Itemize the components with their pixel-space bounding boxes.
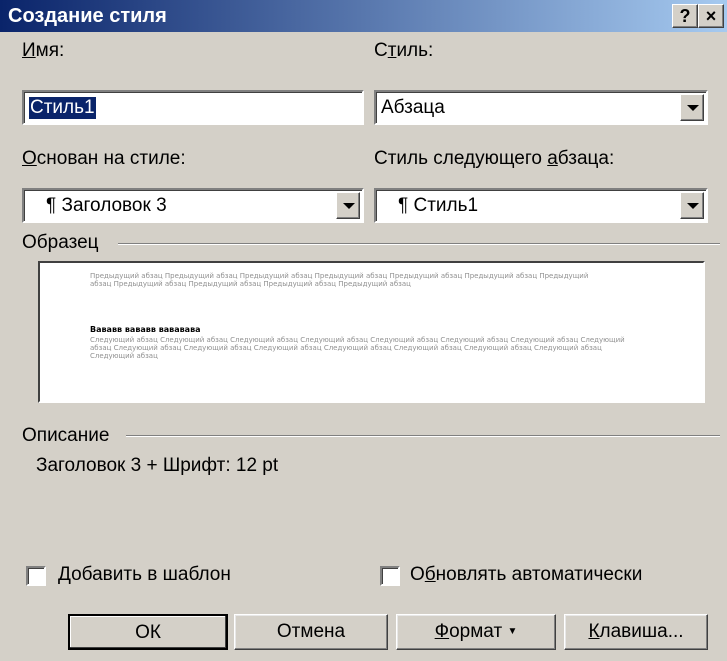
next-style-dropdown-arrow-icon[interactable] <box>680 192 704 219</box>
auto-update-label[interactable]: Обновлять автоматически <box>410 564 642 586</box>
name-label: Имя: <box>22 40 65 61</box>
based-on-label: Основан на стиле: <box>22 148 186 169</box>
sample-preview: Предыдущий абзац Предыдущий абзац Предыд… <box>38 261 705 403</box>
next-style-value: ¶ Стиль1 <box>398 195 479 216</box>
description-label: Описание <box>22 425 110 446</box>
format-dropdown-arrow-icon: ▼ <box>507 626 518 637</box>
description-group-line <box>126 435 720 437</box>
based-on-dropdown-arrow-icon[interactable] <box>336 192 360 219</box>
sample-label: Образец <box>22 232 99 253</box>
name-input-value: Стиль1 <box>29 97 96 119</box>
preview-preceding-text: Предыдущий абзац Предыдущий абзац Предыд… <box>90 272 589 288</box>
next-style-label: Стиль следующего абзаца: <box>374 148 615 169</box>
dialog-title: Создание стиля <box>8 5 167 27</box>
style-type-dropdown[interactable]: Абзаца <box>374 90 708 125</box>
ok-button[interactable]: ОК <box>68 614 228 650</box>
next-style-dropdown[interactable]: ¶ Стиль1 <box>374 188 708 223</box>
add-to-template-label[interactable]: Добавить в шаблон <box>58 564 231 586</box>
cancel-button[interactable]: Отмена <box>234 614 388 650</box>
style-type-label: Стиль: <box>374 40 434 61</box>
title-bar[interactable]: Создание стиля ? × <box>0 0 727 32</box>
help-button[interactable]: ? <box>672 4 698 28</box>
create-style-dialog: Создание стиля ? × Имя: Стиль1 Стиль: Аб… <box>0 0 727 661</box>
auto-update-checkbox[interactable] <box>380 566 400 586</box>
format-button[interactable]: Формат ▼ <box>396 614 556 650</box>
style-type-value: Абзаца <box>381 97 445 118</box>
based-on-dropdown[interactable]: ¶ Заголовок 3 <box>22 188 364 223</box>
based-on-value: ¶ Заголовок 3 <box>46 195 167 216</box>
preview-current-text: Вававв вававв вававава <box>90 325 201 334</box>
name-input[interactable]: Стиль1 <box>22 90 364 125</box>
style-type-dropdown-arrow-icon[interactable] <box>680 94 704 121</box>
description-text: Заголовок 3 + Шрифт: 12 pt <box>36 455 279 476</box>
add-to-template-checkbox[interactable] <box>26 566 46 586</box>
shortcut-key-button[interactable]: Клавиша... <box>564 614 708 650</box>
sample-group-line <box>118 243 720 245</box>
preview-following-text: Следующий абзац Следующий абзац Следующи… <box>90 336 625 360</box>
close-button[interactable]: × <box>698 4 724 28</box>
